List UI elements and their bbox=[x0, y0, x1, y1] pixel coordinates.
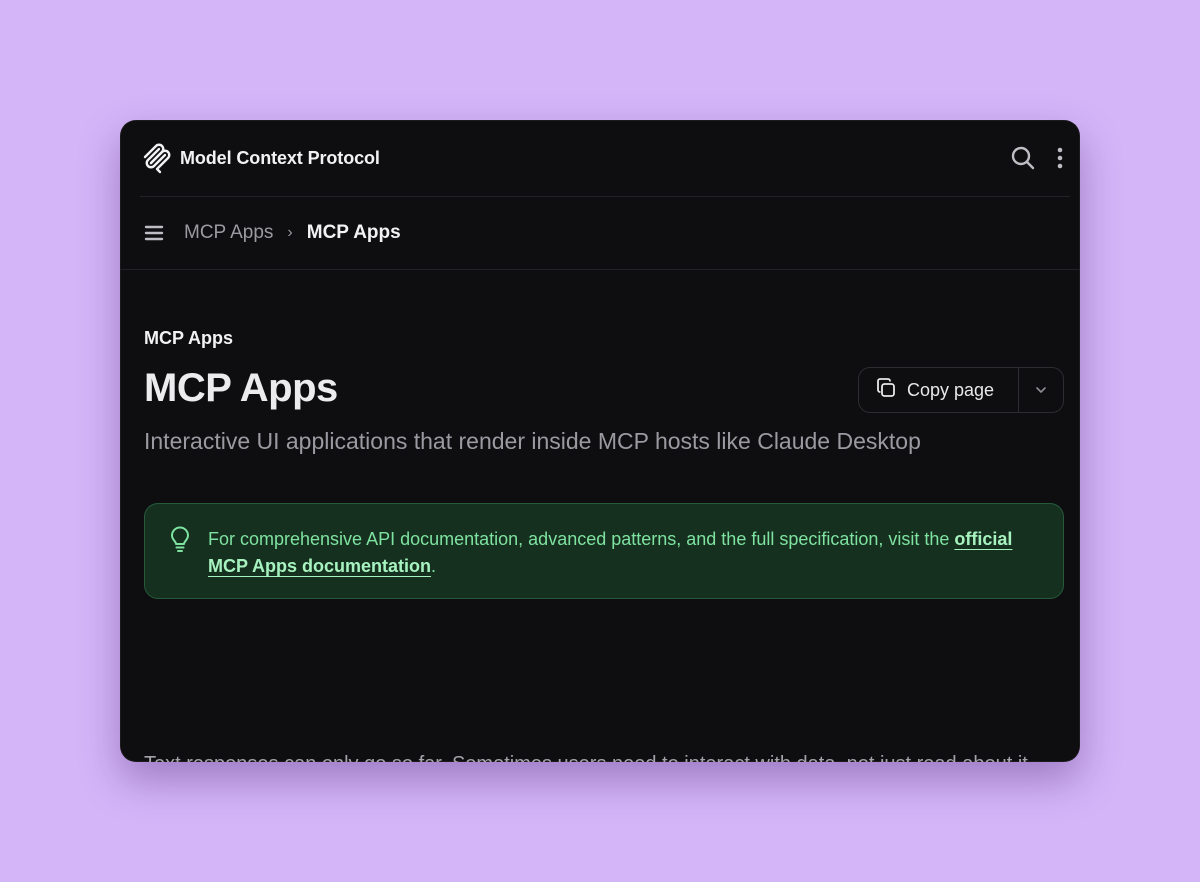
breadcrumb-parent[interactable]: MCP Apps bbox=[184, 222, 273, 244]
copy-options-dropdown[interactable] bbox=[1018, 368, 1063, 412]
breadcrumb-current: MCP Apps bbox=[306, 222, 401, 243]
breadcrumb-bar: MCP Apps › MCP Apps bbox=[120, 197, 1080, 270]
copy-page-button[interactable]: Copy page bbox=[859, 368, 1018, 412]
browser-window: Model Context Protocol MCP Apps › MCP Ap… bbox=[120, 120, 1080, 762]
intro-paragraph: Text responses can only go so far. Somet… bbox=[144, 746, 1064, 762]
tip-callout: For comprehensive API documentation, adv… bbox=[144, 503, 1064, 599]
breadcrumb-separator: › bbox=[287, 224, 293, 241]
top-actions bbox=[1010, 145, 1064, 171]
mcp-logo-icon bbox=[142, 142, 172, 174]
callout-text: For comprehensive API documentation, adv… bbox=[208, 526, 1035, 580]
copy-page-label: Copy page bbox=[907, 379, 995, 400]
section-eyebrow: MCP Apps bbox=[144, 328, 234, 348]
chevron-down-icon bbox=[1035, 381, 1047, 399]
more-vertical-icon[interactable] bbox=[1056, 146, 1064, 170]
callout-body: For comprehensive API documentation, adv… bbox=[208, 529, 955, 549]
search-icon[interactable] bbox=[1010, 145, 1036, 171]
hamburger-menu-icon[interactable] bbox=[144, 224, 164, 242]
callout-trailing: . bbox=[431, 556, 437, 576]
lightbulb-icon bbox=[169, 526, 191, 559]
copy-icon bbox=[875, 377, 897, 404]
brand[interactable]: Model Context Protocol bbox=[142, 142, 380, 174]
top-navbar: Model Context Protocol bbox=[140, 120, 1070, 197]
brand-name: Model Context Protocol bbox=[180, 147, 380, 168]
page-subtitle: Interactive UI applications that render … bbox=[144, 428, 921, 454]
breadcrumb: MCP Apps › MCP Apps bbox=[184, 222, 401, 244]
page-title: MCP Apps bbox=[144, 366, 338, 410]
copy-page-button-group: Copy page bbox=[858, 367, 1064, 413]
